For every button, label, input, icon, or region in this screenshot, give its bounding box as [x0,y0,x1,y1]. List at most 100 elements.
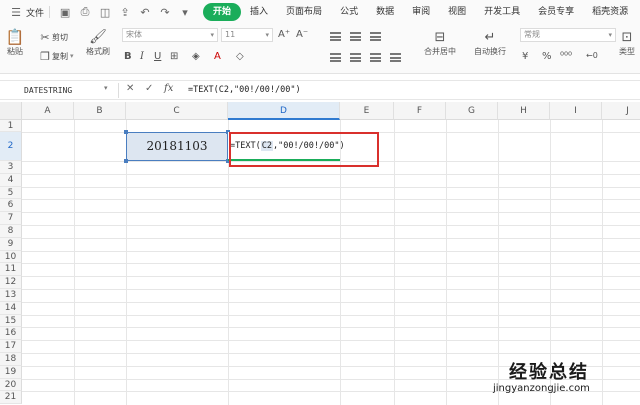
row-header[interactable]: 5 [0,186,22,200]
row-header[interactable]: 16 [0,327,22,341]
align-middle-icon[interactable] [350,32,361,41]
row-header[interactable]: 1 [0,120,22,132]
tab-view[interactable]: 视图 [439,3,475,21]
row-header[interactable]: 19 [0,365,22,379]
select-all-corner[interactable] [0,102,22,120]
bold-icon[interactable]: B [124,51,132,62]
paste-button[interactable]: 📋 粘贴 [6,28,25,57]
cut-button[interactable]: ✂ 剪切 [38,30,68,44]
grid-line [22,237,640,239]
range-handle[interactable] [124,130,128,134]
row-header-selected[interactable]: 2 [0,132,22,161]
watermark-url: jingyanzongjie.com [493,383,590,394]
tab-review[interactable]: 审阅 [403,3,439,21]
print-preview-icon[interactable]: ◫ [98,5,112,19]
font-name-value: 宋体 [126,30,142,39]
grid-line [22,340,640,342]
row-header[interactable]: 3 [0,161,22,174]
copy-dropdown-icon[interactable]: ▾ [70,52,74,60]
column-header[interactable]: F [394,102,446,120]
format-painter-button[interactable]: 🖌 格式刷 [86,28,110,57]
tab-page-layout[interactable]: 页面布局 [277,3,331,21]
align-top-icon[interactable] [330,32,341,41]
export-icon[interactable]: ⇪ [118,5,132,19]
column-header[interactable]: C [126,102,228,120]
tab-home[interactable]: 开始 [203,3,242,21]
row-header[interactable]: 10 [0,250,22,264]
underline-icon[interactable]: U [154,51,161,62]
font-name-select[interactable]: 宋体 ▾ [122,28,218,42]
row-header[interactable]: 14 [0,301,22,315]
tab-insert[interactable]: 插入 [241,3,277,21]
undo-icon[interactable]: ↶ [138,5,152,19]
grid-line [22,212,640,214]
cancel-icon[interactable]: ✕ [126,83,134,94]
tab-developer[interactable]: 开发工具 [475,3,529,21]
cell-c2[interactable]: 20181103 [126,132,228,161]
row-header[interactable]: 21 [0,391,22,405]
column-header[interactable]: H [498,102,550,120]
row-header[interactable]: 9 [0,237,22,251]
row-header[interactable]: 20 [0,378,22,392]
column-header[interactable]: B [74,102,126,120]
align-right-icon[interactable] [370,53,381,62]
insert-function-button[interactable]: fx [164,83,173,94]
tab-formulas[interactable]: 公式 [331,3,367,21]
clear-format-icon[interactable]: ◇ [236,51,244,62]
column-header-selected[interactable]: D [228,102,340,120]
comma-style-icon[interactable]: ⁰⁰⁰ [560,51,572,62]
type-label: 类型 [619,47,635,56]
chevron-down-icon[interactable]: ▾ [104,84,108,92]
column-header[interactable]: A [22,102,74,120]
wrap-text-icon: ↵ [484,29,496,45]
row-header[interactable]: 8 [0,225,22,238]
save-icon[interactable]: ▣ [58,5,72,19]
chevron-down-icon: ▾ [210,31,214,39]
number-format-select[interactable]: 常规 ▾ [520,28,616,42]
row-header[interactable]: 17 [0,340,22,353]
decrease-font-icon[interactable]: A⁻ [296,29,308,40]
currency-icon[interactable]: ¥ [522,51,528,62]
align-center-icon[interactable] [350,53,361,62]
copy-button[interactable]: ❐ 复制 ▾ [38,49,74,63]
column-header[interactable]: J [602,102,640,120]
tab-docer[interactable]: 稻壳资源 [583,3,637,21]
italic-icon[interactable]: I [140,51,144,62]
formula-input[interactable]: =TEXT(C2,"00!/00!/00") [188,83,628,98]
increase-font-icon[interactable]: A⁺ [278,29,290,40]
tab-data[interactable]: 数据 [367,3,403,21]
row-header[interactable]: 18 [0,353,22,366]
confirm-icon[interactable]: ✓ [145,83,153,94]
increase-decimal-icon[interactable]: ←0 [586,51,598,60]
row-header[interactable]: 4 [0,173,22,187]
merge-center-button[interactable]: ⊟ 合并居中 [424,28,456,57]
name-box[interactable]: DATESTRING [6,83,114,98]
row-header[interactable]: 15 [0,314,22,328]
redo-icon[interactable]: ↷ [158,5,172,19]
grid-line [22,276,640,278]
file-menu[interactable]: 文件 [26,3,44,21]
row-header[interactable]: 6 [0,199,22,213]
row-header[interactable]: 13 [0,289,22,302]
border-icon[interactable]: ⊞ [170,51,178,62]
range-handle[interactable] [124,159,128,163]
type-convert-button[interactable]: ⊡ 类型 [618,28,636,57]
align-bottom-icon[interactable] [370,32,381,41]
align-justify-icon[interactable] [390,53,401,62]
column-header[interactable]: G [446,102,498,120]
quick-access-dropdown-icon[interactable]: ▾ [178,5,192,19]
align-left-icon[interactable] [330,53,341,62]
wrap-text-button[interactable]: ↵ 自动换行 [474,28,506,57]
row-header[interactable]: 12 [0,276,22,289]
font-color-icon[interactable]: A [214,51,221,62]
fill-color-icon[interactable]: ◈ [192,51,200,62]
column-header[interactable]: I [550,102,602,120]
font-size-select[interactable]: 11 ▾ [221,28,273,42]
menu-icon[interactable]: ☰ [9,5,23,19]
row-header[interactable]: 11 [0,263,22,277]
percent-icon[interactable]: % [542,51,552,62]
row-header[interactable]: 7 [0,212,22,225]
column-header[interactable]: E [340,102,394,120]
print-icon[interactable]: ⎙ [78,5,92,19]
tab-member[interactable]: 会员专享 [529,3,583,21]
